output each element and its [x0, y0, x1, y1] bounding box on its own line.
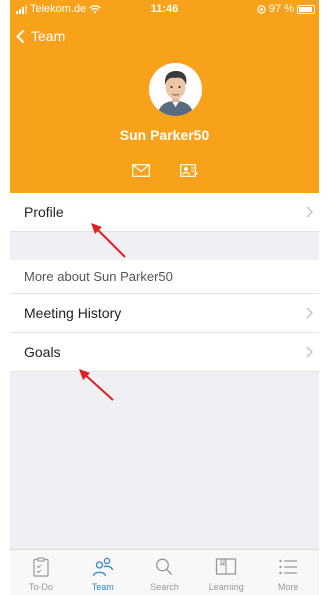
phone-screen: Telekom.de 11:46 97 % Team Sun Parker50 … [10, 0, 319, 595]
tab-more[interactable]: More [257, 550, 319, 595]
meeting-history-row[interactable]: Meeting History [10, 294, 319, 333]
back-button[interactable]: Team [16, 28, 65, 44]
meeting-history-label: Meeting History [24, 305, 122, 321]
tab-label: Team [91, 582, 114, 592]
search-icon [156, 558, 173, 575]
team-icon [92, 557, 113, 577]
todo-icon [33, 557, 49, 577]
profile-row-label: Profile [24, 204, 64, 220]
avatar [149, 63, 202, 116]
battery-percent: 97 % [268, 3, 294, 15]
avatar-illustration [149, 63, 202, 116]
menu-icon [279, 559, 298, 575]
tab-label: Learning [208, 582, 244, 592]
tab-label: More [277, 582, 299, 592]
chevron-right-icon [306, 346, 313, 358]
profile-actions [10, 164, 319, 178]
chevron-right-icon [306, 206, 313, 218]
annotation-arrow-goals [79, 369, 114, 401]
status-bar: Telekom.de 11:46 97 % [10, 0, 319, 20]
learning-icon [216, 558, 237, 575]
profile-header: Telekom.de 11:46 97 % Team Sun Parker50 [10, 0, 319, 193]
goals-row[interactable]: Goals [10, 333, 319, 372]
section-header: More about Sun Parker50 [10, 260, 319, 294]
battery-icon [297, 4, 315, 14]
orientation-lock-icon [257, 4, 266, 14]
annotation-arrow-profile [91, 223, 126, 258]
back-label: Team [31, 28, 66, 44]
chevron-right-icon [306, 307, 313, 319]
chevron-left-icon [16, 29, 25, 43]
tab-team[interactable]: Team [72, 550, 134, 595]
tab-todo[interactable]: To-Do [10, 550, 72, 595]
user-name: Sun Parker50 [119, 127, 210, 143]
tab-bar: To-Do Team Search Learning More [10, 549, 319, 595]
tab-search[interactable]: Search [134, 550, 196, 595]
contact-card-icon[interactable] [179, 164, 198, 178]
battery-status: 97 % [257, 3, 315, 15]
tab-learning[interactable]: Learning [195, 550, 257, 595]
mail-icon[interactable] [131, 164, 150, 177]
tab-label: To-Do [28, 582, 53, 592]
goals-label: Goals [24, 344, 61, 360]
tab-label: Search [150, 582, 179, 592]
profile-row[interactable]: Profile [10, 193, 319, 232]
